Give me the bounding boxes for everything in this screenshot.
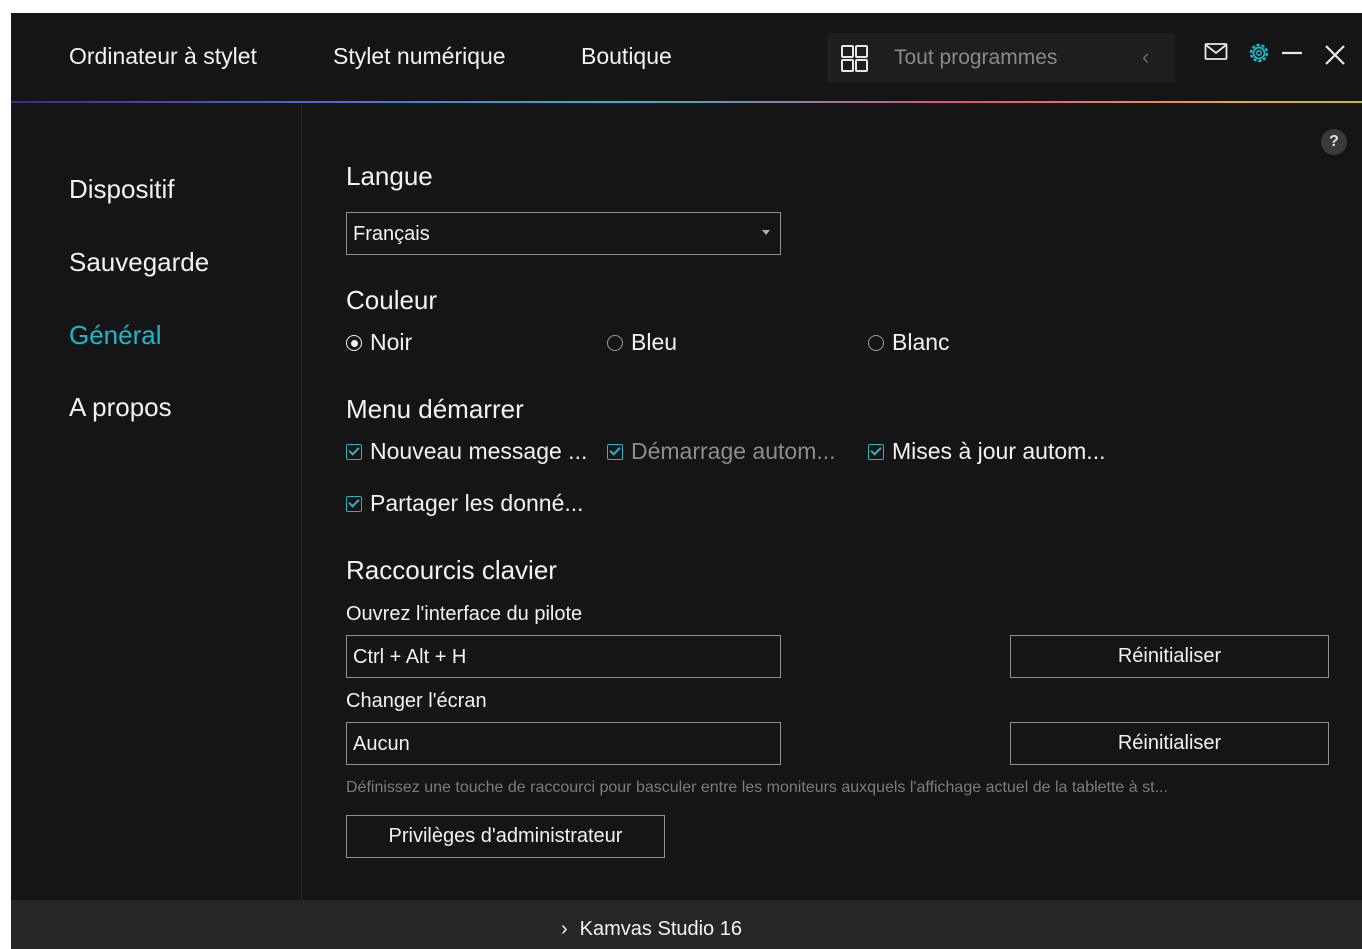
close-icon[interactable] <box>1324 44 1346 71</box>
switch-screen-shortcut-value: Aucun <box>353 733 410 755</box>
mail-icon[interactable] <box>1204 41 1228 68</box>
open-driver-shortcut-input[interactable]: Ctrl + Alt + H <box>346 635 781 678</box>
dropdown-caret-icon <box>762 230 770 235</box>
app-window: Ordinateur à stylet Stylet numérique Bou… <box>11 13 1362 949</box>
radio-selected-icon <box>346 335 362 351</box>
radio-blanc-label: Blanc <box>892 329 950 355</box>
nav-boutique[interactable]: Boutique <box>581 43 672 70</box>
sidebar-item-general[interactable]: Général <box>69 320 162 351</box>
language-value: Français <box>353 223 430 245</box>
checkbox-checked-icon <box>868 444 884 460</box>
chevron-right-icon: › <box>561 918 568 940</box>
start-menu-title: Menu démarrer <box>346 394 524 424</box>
programs-selector[interactable]: Tout programmes ‹ <box>827 33 1175 83</box>
checkbox-demarrage-auto[interactable]: Démarrage autom... <box>607 438 836 465</box>
switch-screen-shortcut-input[interactable]: Aucun <box>346 722 781 765</box>
sidebar-item-dispositif[interactable]: Dispositif <box>69 174 174 205</box>
radio-unselected-icon <box>868 335 884 351</box>
color-title: Couleur <box>346 285 438 315</box>
nav-ordinateur-a-stylet[interactable]: Ordinateur à stylet <box>69 43 257 70</box>
checkbox-label: Démarrage autom... <box>631 438 836 464</box>
shortcuts-title: Raccourcis clavier <box>346 555 557 585</box>
language-select[interactable]: Français <box>346 212 781 255</box>
switch-screen-hint: Définissez une touche de raccourci pour … <box>346 779 1168 796</box>
radio-bleu[interactable]: Bleu <box>607 329 677 356</box>
reset-open-driver-button[interactable]: Réinitialiser <box>1010 635 1329 678</box>
switch-screen-label: Changer l'écran <box>346 690 487 712</box>
minimize-icon[interactable] <box>1281 43 1303 68</box>
grid-icon <box>841 45 869 73</box>
open-driver-shortcut-value: Ctrl + Alt + H <box>353 646 467 668</box>
top-bar: Ordinateur à stylet Stylet numérique Bou… <box>11 13 1362 101</box>
checkbox-checked-icon <box>607 444 623 460</box>
sidebar-item-a-propos[interactable]: A propos <box>69 392 172 423</box>
checkbox-label: Partager les donné... <box>370 490 584 516</box>
device-bar[interactable]: › Kamvas Studio 16 <box>11 900 1362 949</box>
radio-noir[interactable]: Noir <box>346 329 412 356</box>
checkbox-partager-donnees[interactable]: Partager les donné... <box>346 490 584 517</box>
radio-blanc[interactable]: Blanc <box>868 329 950 356</box>
language-title: Langue <box>346 161 433 191</box>
chevron-left-icon[interactable]: ‹ <box>1142 44 1149 70</box>
reset-switch-screen-button[interactable]: Réinitialiser <box>1010 722 1329 765</box>
radio-noir-label: Noir <box>370 329 413 355</box>
checkbox-checked-icon <box>346 444 362 460</box>
sidebar-item-sauvegarde[interactable]: Sauvegarde <box>69 247 209 278</box>
device-name: Kamvas Studio 16 <box>579 918 742 940</box>
checkbox-nouveau-message[interactable]: Nouveau message ... <box>346 438 587 465</box>
sidebar: Dispositif Sauvegarde Général A propos <box>11 103 302 900</box>
nav-stylet-numerique[interactable]: Stylet numérique <box>333 43 506 70</box>
checkbox-label: Nouveau message ... <box>370 438 588 464</box>
radio-unselected-icon <box>607 335 623 351</box>
help-icon[interactable]: ? <box>1321 129 1347 155</box>
checkbox-label: Mises à jour autom... <box>892 438 1106 464</box>
programs-placeholder: Tout programmes <box>894 46 1058 69</box>
checkbox-mises-a-jour[interactable]: Mises à jour autom... <box>868 438 1105 465</box>
checkbox-checked-icon <box>346 496 362 512</box>
gear-icon[interactable] <box>1247 41 1271 70</box>
radio-bleu-label: Bleu <box>631 329 678 355</box>
device-selector[interactable]: › Kamvas Studio 16 <box>561 918 742 941</box>
admin-privileges-button[interactable]: Privilèges d'administrateur <box>346 815 665 858</box>
open-driver-label: Ouvrez l'interface du pilote <box>346 603 583 625</box>
